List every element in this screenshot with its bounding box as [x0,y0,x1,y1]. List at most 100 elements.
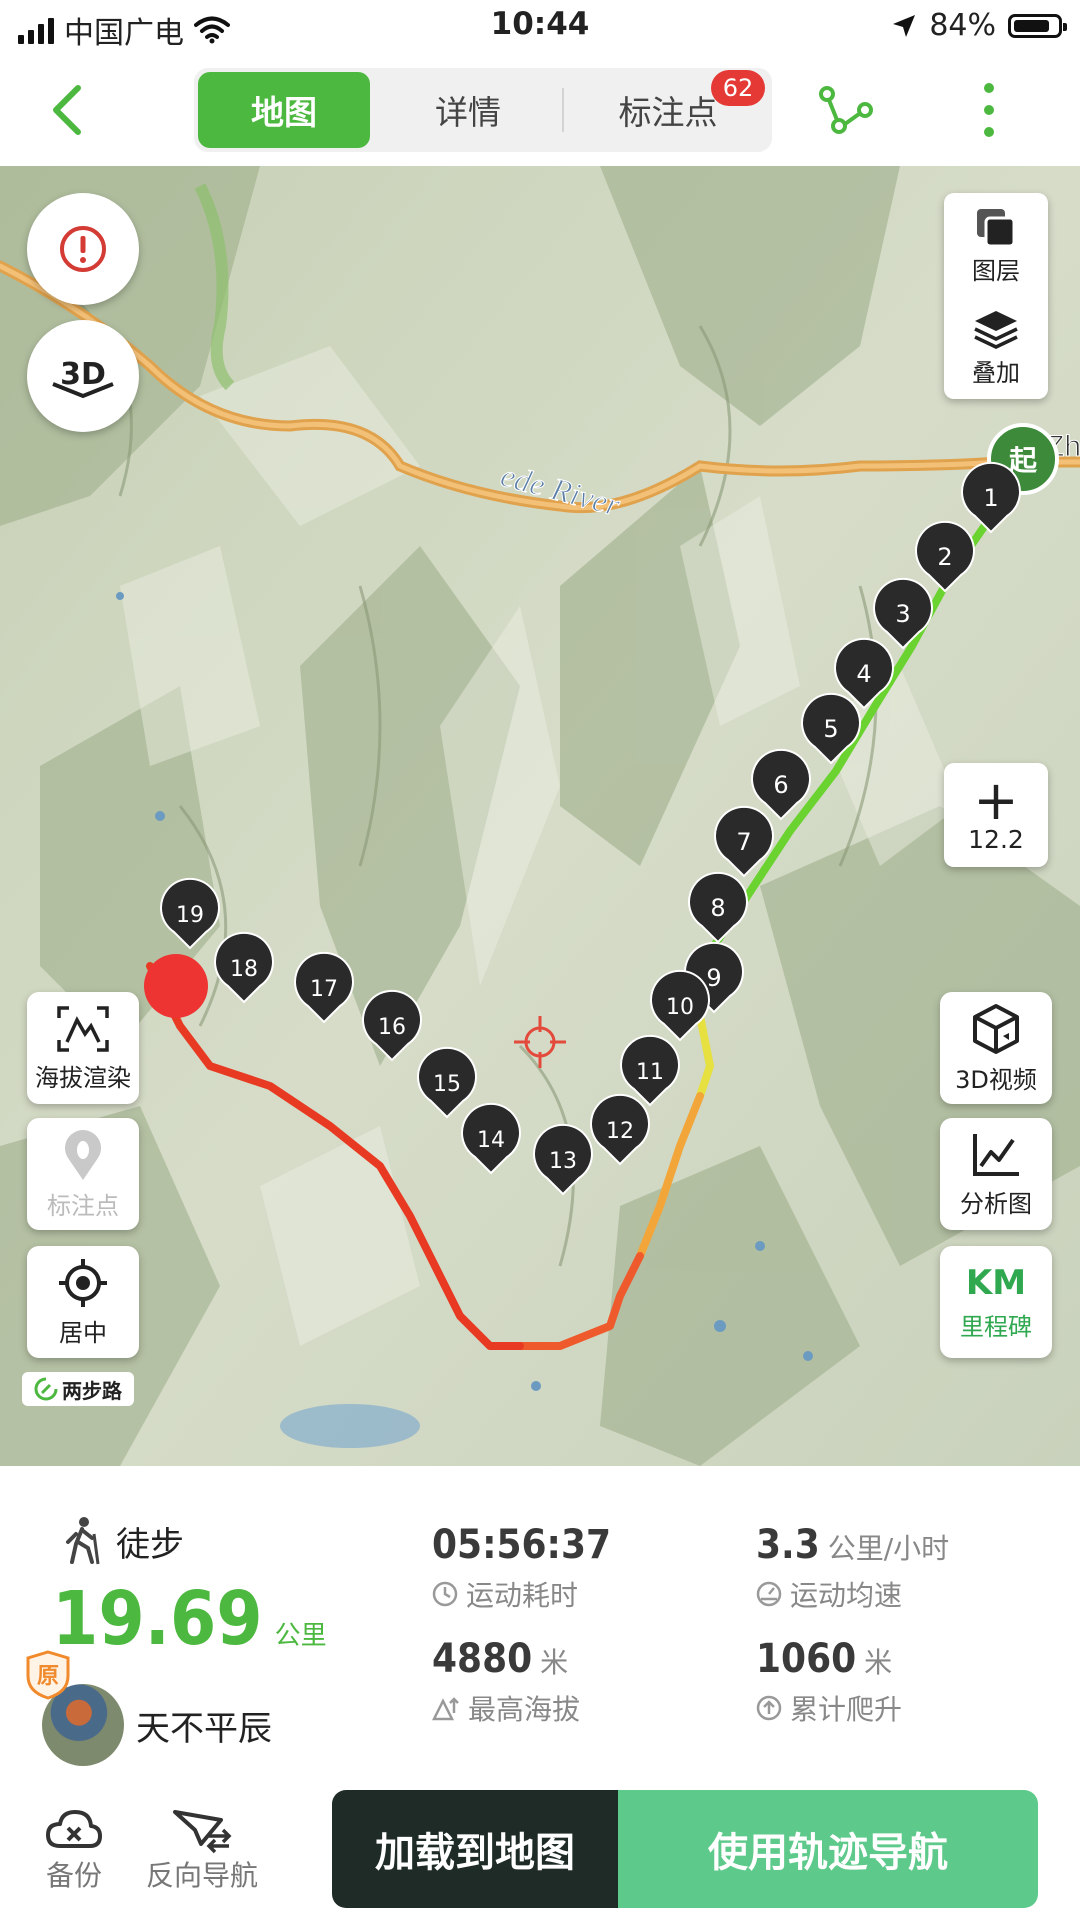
battery-icon [1008,13,1067,38]
avg-speed-caption: 运动均速 [790,1579,903,1612]
waypoint-number: 1 [983,484,998,512]
waypoint-number: 6 [773,771,788,799]
reverse-navigation-label: 反向导航 [146,1859,259,1892]
total-climb-stat: 1060 米 累计爬升 [756,1636,902,1728]
milestone-label: 里程碑 [960,1312,1032,1341]
original-shield-icon: 原 [26,1650,70,1700]
locate-target-icon [59,1258,107,1307]
3d-icon: 3D [52,357,114,399]
overlay-label: 叠加 [972,358,1020,387]
track-stats: 徒步 19.69 公里 原 天不平辰 05:56:37 运动耗时 3.3 公里/小… [0,1466,1080,1786]
waypoint-number: 18 [230,957,258,982]
route-branch-icon[interactable] [815,80,875,140]
waypoint-number: 16 [378,1015,406,1040]
waypoint-number: 10 [666,995,694,1020]
waypoints-toggle-button[interactable]: 标注点 [27,1118,139,1230]
terrain-map[interactable]: ede River Zh 起 1234567891011121314151617… [0,166,1080,1466]
max-altitude-unit: 米 [540,1646,569,1679]
activity-type: 徒步 [62,1516,184,1566]
location-arrow-icon [893,14,916,37]
layers-button[interactable]: 图层 [944,195,1048,295]
status-bar: 中国广电 10:44 84% [0,0,1080,54]
reverse-route-icon [173,1810,232,1854]
author-name: 天不平辰 [136,1708,272,1749]
total-climb-unit: 米 [864,1646,893,1679]
waypoint-number: 3 [895,600,910,628]
avg-speed-unit: 公里/小时 [827,1532,950,1565]
end-marker [144,954,208,1018]
layers-stack-icon [977,208,1016,247]
total-distance: 19.69 公里 [52,1576,327,1662]
waypoint-number: 19 [176,903,204,928]
map-view[interactable]: ede River Zh 起 1 2 3 4 5 6 7 8 9 10 11 12 13 14 15 16 17… [0,166,1080,1466]
reverse-navigation-button[interactable]: 反向导航 [146,1806,258,1894]
layer-panel: 图层 叠加 [944,193,1048,399]
3d-toggle-button[interactable]: 3D [27,320,139,432]
brand-name: 两步路 [62,1378,122,1403]
status-right: 84% [891,8,1067,43]
avg-speed-stat: 3.3 公里/小时 运动均速 [756,1522,949,1614]
waypoint-number: 8 [710,894,725,922]
view-tabs: 地图 详情 标注点 62 [194,68,772,152]
waypoint-number: 12 [606,1119,634,1144]
clock-icon [432,1581,458,1607]
total-climb-value: 1060 [756,1636,857,1682]
svg-text:3D: 3D [60,357,106,392]
analysis-chart-label: 分析图 [960,1189,1032,1218]
back-arrow-icon[interactable] [40,80,100,140]
duration-caption: 运动耗时 [466,1579,579,1612]
author-row[interactable]: 原 天不平辰 [26,1650,272,1766]
track-navigation-button[interactable]: 使用轨迹导航 [618,1790,1038,1908]
avg-speed-value: 3.3 [756,1522,820,1568]
arrow-up-circle-icon [756,1695,782,1721]
zoom-plus-icon[interactable]: + [973,773,1018,827]
waypoint-number: 11 [636,1060,664,1085]
elevation-render-button[interactable]: 海拔渲染 [27,992,139,1104]
avatar[interactable]: 原 [26,1650,124,1766]
duration-value: 05:56:37 [432,1522,612,1568]
total-climb-caption: 累计爬升 [790,1693,903,1726]
max-altitude-value: 4880 [432,1636,533,1682]
km-title: KM [965,1262,1027,1303]
waypoint-number: 5 [823,715,838,743]
overlay-button[interactable]: 叠加 [944,297,1048,397]
3d-video-button[interactable]: 3D视频 [940,992,1052,1104]
center-button[interactable]: 居中 [27,1246,139,1358]
duration-stat: 05:56:37 运动耗时 [432,1522,611,1614]
waypoint-number: 9 [706,964,721,992]
waypoint-number: 7 [736,828,751,856]
elevation-render-label: 海拔渲染 [35,1063,131,1092]
waypoint-number: 2 [937,543,952,571]
tab-details[interactable]: 详情 [382,72,554,148]
line-chart-icon [973,1133,1019,1176]
tab-map[interactable]: 地图 [198,72,370,148]
cube-icon [973,1003,1019,1054]
hiking-person-icon [66,1517,100,1565]
center-label: 居中 [59,1318,107,1347]
more-vertical-icon[interactable] [974,80,1004,140]
zoom-control[interactable]: + 12.2 [944,763,1048,867]
nav-bar: 地图 详情 标注点 62 [0,54,1080,166]
zoom-level: 12.2 [968,824,1024,854]
alert-button[interactable] [27,193,139,305]
waypoint-number: 14 [477,1128,505,1153]
tab-divider [562,88,564,132]
analysis-chart-button[interactable]: 分析图 [940,1118,1052,1230]
activity-label: 徒步 [116,1524,184,1565]
waypoint-number: 13 [549,1149,577,1174]
brand-logo: 两步路 [22,1372,134,1406]
layers-label: 图层 [972,256,1020,285]
milestone-button[interactable]: KM 里程碑 [940,1246,1052,1358]
load-to-map-button[interactable]: 加载到地图 [332,1790,618,1908]
alert-icon [60,226,106,272]
distance-value: 19.69 [52,1576,263,1662]
overlay-stack-icon [974,310,1018,349]
3d-video-label: 3D视频 [955,1065,1037,1094]
elevation-mountain-icon [57,1005,109,1052]
waypoints-toggle-label: 标注点 [47,1191,119,1220]
waypoint-number: 17 [310,977,338,1002]
backup-button[interactable]: 备份 [44,1806,104,1894]
backup-label: 备份 [45,1859,102,1892]
cloud-backup-icon [46,1810,102,1848]
footprint-pin-icon [65,1129,101,1180]
